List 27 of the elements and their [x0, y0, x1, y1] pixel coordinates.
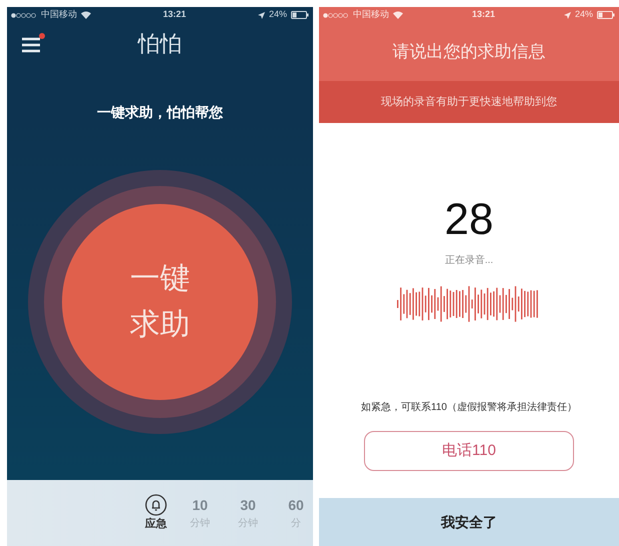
notice-text: 如紧急，可联系110（虚假报警将承担法律责任）: [361, 400, 577, 415]
carrier-name: 中国移动: [353, 8, 389, 22]
signal-dots-icon: [323, 12, 349, 18]
wifi-icon: [393, 11, 403, 19]
location-arrow-icon: [258, 12, 265, 18]
battery-percent: 24%: [574, 8, 593, 22]
page-title: 请说出您的求助信息: [392, 41, 546, 64]
signal-dots-icon: [11, 12, 37, 18]
app-title: 怕怕: [138, 30, 182, 58]
countdown-number: 28: [444, 195, 494, 245]
battery-icon: [290, 11, 309, 19]
wifi-icon: [81, 11, 91, 19]
location-arrow-icon: [564, 12, 571, 18]
subtitle-text: 现场的录音有助于更快速地帮助到您: [381, 94, 557, 110]
safe-button[interactable]: 我安全了: [319, 498, 619, 546]
carrier-name: 中国移动: [41, 8, 77, 22]
battery-icon: [596, 11, 615, 19]
status-time: 13:21: [162, 8, 186, 22]
status-time: 13:21: [472, 8, 495, 22]
bell-icon: [145, 494, 167, 516]
recording-status: 正在录音...: [444, 254, 494, 268]
call-button[interactable]: 电话110: [364, 431, 574, 471]
slogan-text: 一键求助，怕怕帮您: [97, 103, 223, 122]
menu-icon[interactable]: [21, 33, 45, 53]
battery-percent: 24%: [268, 8, 287, 22]
sos-button[interactable]: 一键 求助: [62, 204, 258, 400]
emergency-tab[interactable]: 应急: [143, 494, 169, 532]
